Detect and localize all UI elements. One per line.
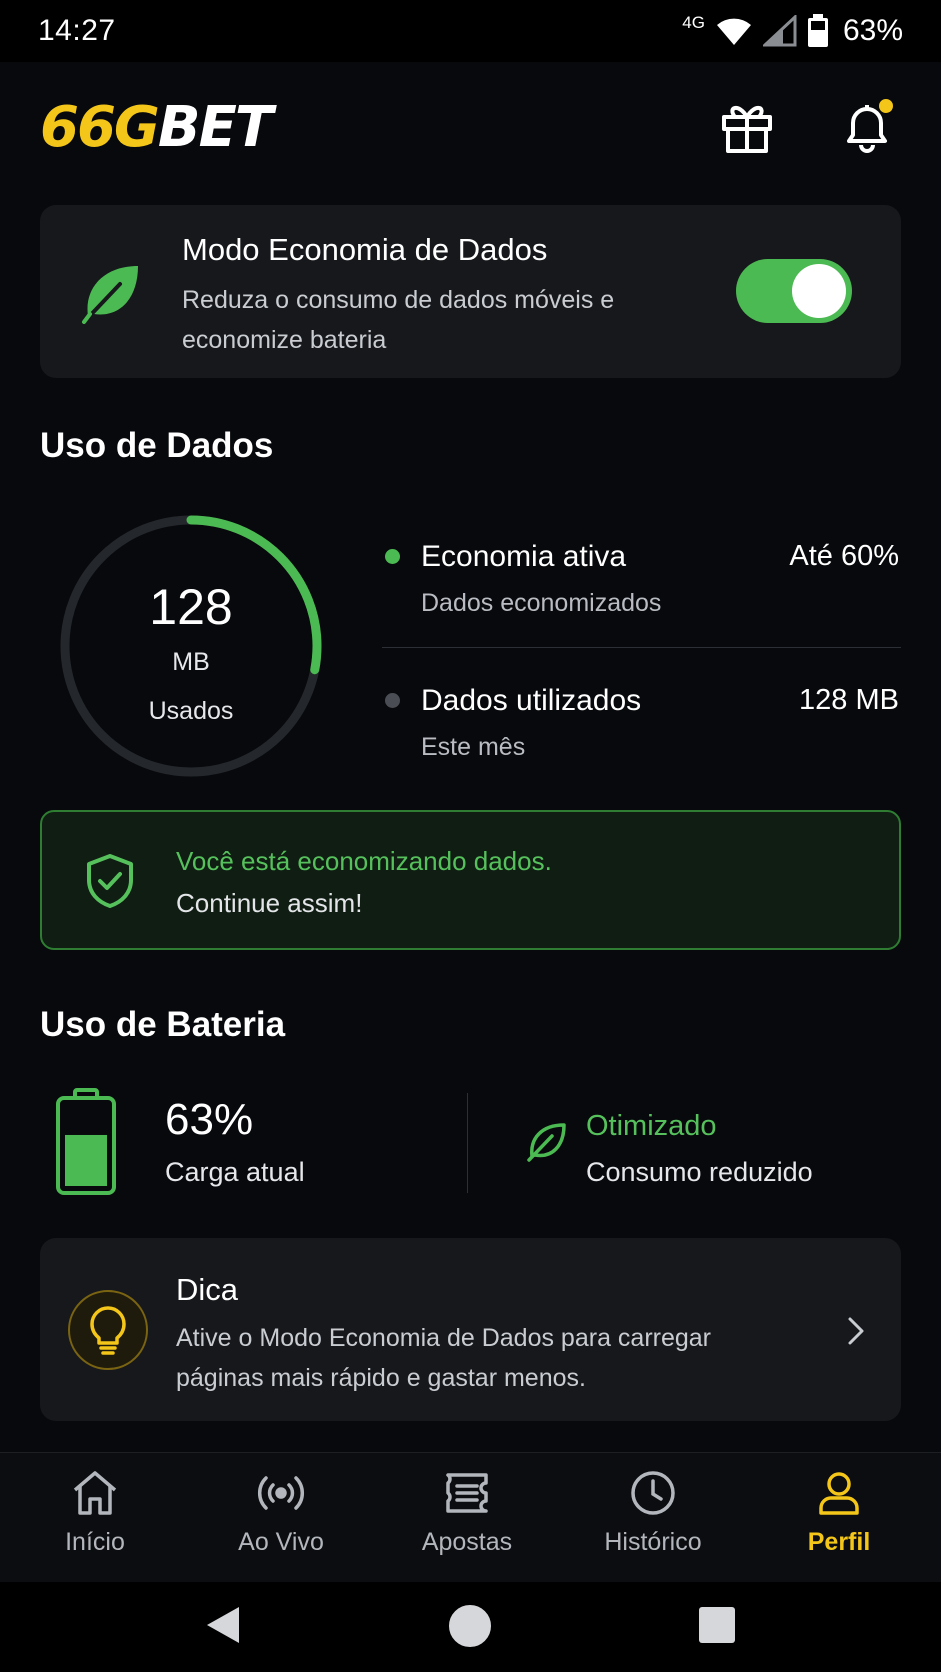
status-battery-percent: 63% xyxy=(842,14,903,47)
status-time: 14:27 xyxy=(38,14,116,47)
battery-icon xyxy=(56,1088,116,1195)
status-icons: 4G 63% xyxy=(682,13,903,48)
economy-mode-title: Modo Economia de Dados xyxy=(182,232,548,267)
data-used-value: 128 xyxy=(149,579,233,635)
data-used-subtitle: Este mês xyxy=(421,733,526,761)
nav-label-apostas: Apostas xyxy=(421,1528,513,1556)
chevron-right-icon[interactable] xyxy=(846,1316,866,1346)
nav-label-inicio: Início xyxy=(65,1528,125,1556)
status-bar: 14:27 4G 63% xyxy=(0,0,941,62)
data-usage-title: Uso de Dados xyxy=(40,426,274,465)
economy-active-title: Economia ativa xyxy=(421,540,627,573)
saving-banner-headline: Você está economizando dados. xyxy=(176,846,552,876)
live-icon xyxy=(258,1476,304,1510)
tip-icon-circle xyxy=(68,1290,148,1370)
user-icon xyxy=(819,1472,859,1515)
notifications-button[interactable] xyxy=(839,99,895,155)
gift-button[interactable] xyxy=(719,99,775,155)
saving-banner xyxy=(40,810,901,950)
nav-item-apostas[interactable]: Apostas xyxy=(374,1468,560,1568)
home-icon xyxy=(73,1471,117,1515)
data-used-label: Usados xyxy=(148,697,234,725)
gift-icon xyxy=(722,106,772,153)
nav-item-historico[interactable]: Histórico xyxy=(560,1468,746,1568)
economy-active-dot xyxy=(385,549,400,564)
optimized-leaf-icon xyxy=(527,1123,566,1162)
battery-level-fill xyxy=(65,1134,107,1186)
notification-badge xyxy=(879,99,893,113)
nav-item-inicio[interactable]: Início xyxy=(2,1468,188,1568)
lightbulb-icon xyxy=(90,1306,126,1355)
battery-charge-label: Carga atual xyxy=(165,1157,305,1187)
nav-label-historico: Histórico xyxy=(604,1528,702,1556)
wifi-icon xyxy=(716,18,751,45)
data-used-title: Dados utilizados xyxy=(421,684,642,717)
home-circle-icon[interactable] xyxy=(448,1604,492,1648)
back-icon[interactable] xyxy=(205,1605,241,1645)
app-logo[interactable]: 66GBET xyxy=(40,95,273,160)
data-used-stat-value: 128 MB xyxy=(799,684,899,716)
ticket-icon xyxy=(446,1473,488,1513)
nav-label-perfil: Perfil xyxy=(807,1528,871,1556)
battery-percent: 63% xyxy=(165,1095,254,1144)
clock-icon xyxy=(631,1471,675,1515)
economy-mode-description: Reduza o consumo de dados móveis e econo… xyxy=(182,286,615,354)
optimized-status-subtitle: Consumo reduzido xyxy=(586,1157,813,1187)
app-header: 66GBET xyxy=(0,62,941,192)
data-used-unit: MB xyxy=(172,648,210,676)
tip-description: Ative o Modo Economia de Dados para carr… xyxy=(176,1324,712,1392)
nav-label-ao-vivo: Ao Vivo xyxy=(238,1528,324,1556)
signal-icon xyxy=(762,15,797,47)
tip-title: Dica xyxy=(176,1272,239,1307)
battery-usage-title: Uso de Bateria xyxy=(40,1005,286,1044)
economy-active-value: Até 60% xyxy=(789,540,899,572)
network-type: 4G xyxy=(682,13,705,32)
shield-check-icon xyxy=(87,854,133,908)
economy-mode-toggle[interactable] xyxy=(736,259,852,323)
nav-item-perfil[interactable]: Perfil xyxy=(746,1468,932,1568)
optimized-status-title: Otimizado xyxy=(586,1110,717,1142)
battery-divider xyxy=(467,1093,468,1193)
nav-item-ao-vivo[interactable]: Ao Vivo xyxy=(188,1468,374,1568)
data-used-dot xyxy=(385,693,400,708)
economy-active-subtitle: Dados economizados xyxy=(421,589,662,617)
recents-icon[interactable] xyxy=(698,1606,736,1644)
stats-divider xyxy=(382,647,901,648)
battery-status-icon xyxy=(807,14,828,47)
leaf-icon xyxy=(82,266,138,324)
saving-banner-message: Continue assim! xyxy=(176,888,363,918)
toggle-knob xyxy=(792,264,846,318)
data-usage-ring xyxy=(60,515,322,777)
